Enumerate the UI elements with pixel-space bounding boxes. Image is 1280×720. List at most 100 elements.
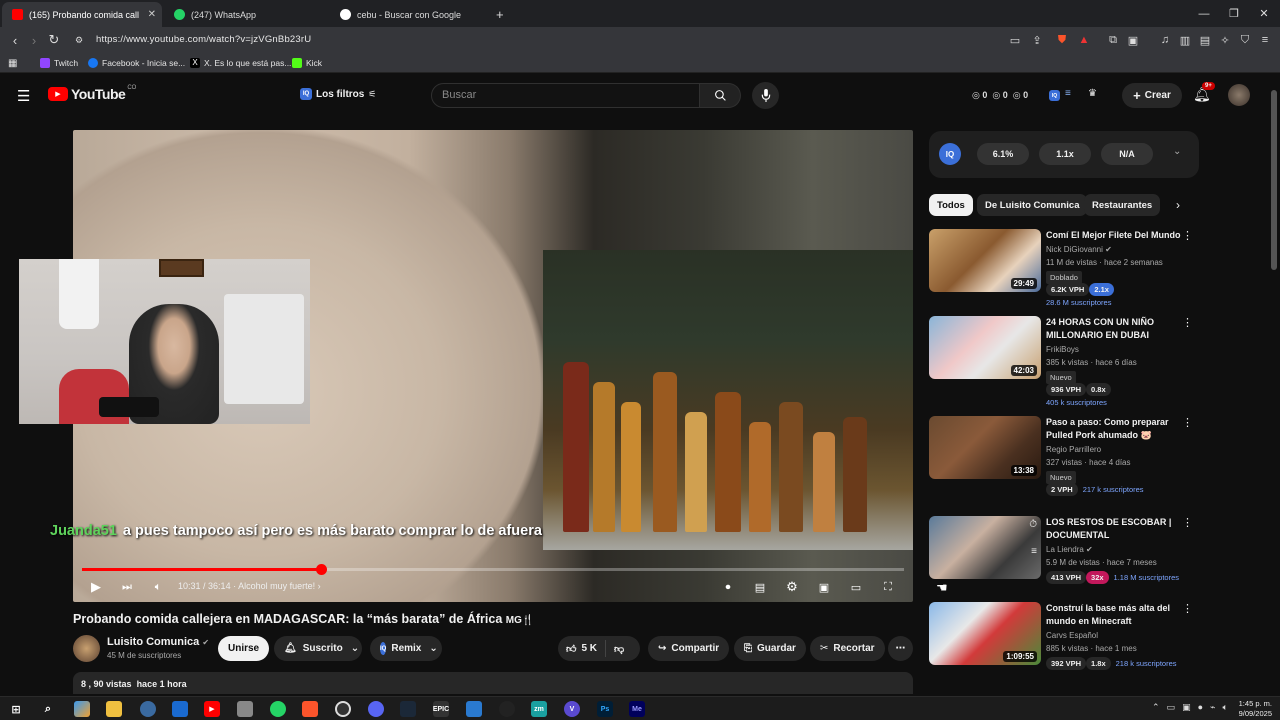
brave-browser-icon[interactable] xyxy=(302,701,318,717)
media-encoder-icon[interactable]: Me xyxy=(629,701,645,717)
share-icon[interactable]: ⇪ xyxy=(1030,33,1044,47)
chip-from-channel[interactable]: De Luisito Comunica xyxy=(977,194,1088,216)
bookmark-twitch[interactable]: Twitch xyxy=(40,56,78,70)
system-clock[interactable]: 1:45 p. m. 9/09/2025 xyxy=(1239,699,1272,719)
copilot-icon[interactable] xyxy=(74,701,90,717)
recommendation-item[interactable]: ⏱ ≡ LOS RESTOS DE ESCOBAR | DOCUMENTAL La… xyxy=(929,516,1197,601)
search-icon[interactable]: ⌕ xyxy=(40,701,56,717)
youtube-logo[interactable]: ▶ YouTube CO xyxy=(48,85,136,102)
system-tray[interactable]: ⌃ ▭ ▣ ● ⌁ 🔈︎ xyxy=(1152,702,1228,713)
leo-icon[interactable]: ✧ xyxy=(1218,33,1232,47)
menu-icon[interactable]: ≡ xyxy=(1258,33,1272,47)
recommendation-title[interactable]: 24 HORAS CON UN NIÑO MILLONARIO EN DUBAI xyxy=(1046,316,1186,342)
video-thumbnail[interactable]: 13:38 xyxy=(929,416,1041,479)
photoshop-icon[interactable]: Ps xyxy=(597,701,613,717)
epic-games-icon[interactable]: EPIC xyxy=(433,701,449,717)
fullscreen-button[interactable]: ⛶ xyxy=(880,578,896,596)
bookmark-x[interactable]: X X. Es lo que está pas... xyxy=(190,56,291,70)
chevron-right-icon[interactable]: › xyxy=(1176,198,1180,212)
more-vert-icon[interactable]: ⋮ xyxy=(1182,416,1193,429)
tab-whatsapp[interactable]: (247) WhatsApp xyxy=(164,2,329,27)
share-button[interactable]: ↪ Compartir xyxy=(648,636,730,661)
tab-google[interactable]: cebu - Buscar con Google xyxy=(330,2,495,27)
theater-mode-button[interactable]: ▭ xyxy=(848,578,864,596)
playlist-icon[interactable]: ≡ xyxy=(1065,88,1071,99)
subtitles-button[interactable]: ▤ xyxy=(752,578,768,596)
discord-icon[interactable] xyxy=(368,701,384,717)
autoplay-toggle[interactable]: ⏺ xyxy=(716,578,740,596)
volume-button[interactable]: 🔈︎ xyxy=(150,578,166,596)
youtube-app-icon[interactable]: ▶ xyxy=(204,701,220,717)
vpn-icon[interactable]: ⛉ xyxy=(1238,33,1252,47)
brave-shield-icon[interactable]: ⛊ xyxy=(1055,33,1069,47)
search-button[interactable] xyxy=(700,83,741,108)
recommendation-channel[interactable]: FrikiBoys xyxy=(1046,345,1079,354)
more-actions-button[interactable]: ⋯ xyxy=(888,636,913,661)
progress-scrubber[interactable] xyxy=(315,564,327,575)
brave-rewards-icon[interactable]: ▲ xyxy=(1077,33,1091,47)
chapter-title[interactable]: Alcohol muy fuerte! xyxy=(238,581,315,591)
minimize-icon[interactable]: — xyxy=(1188,0,1220,27)
chip-restaurants[interactable]: Restaurantes xyxy=(1084,194,1161,216)
iq-icon[interactable]: IQ xyxy=(1049,90,1060,101)
description-box[interactable]: 8 , 90 vistas hace 1 hora xyxy=(73,672,913,694)
recommendation-item[interactable]: 1:09:55 Construí la base más alta del mu… xyxy=(929,602,1197,687)
search-input[interactable]: Buscar xyxy=(431,83,700,108)
like-button[interactable]: 👍︎ 5 K xyxy=(558,640,607,657)
play-button[interactable]: ▶ xyxy=(88,578,104,596)
close-window-icon[interactable]: ✕ xyxy=(1248,0,1280,27)
channel-name[interactable]: Luisito Comunica ✔ xyxy=(107,636,209,648)
app-icon[interactable] xyxy=(237,701,253,717)
miniplayer-button[interactable]: ▣ xyxy=(816,578,832,596)
extensions-icon[interactable]: ⧉ xyxy=(1106,33,1120,47)
forward-icon[interactable]: › xyxy=(25,31,43,49)
extension-icon[interactable]: ▣ xyxy=(1126,33,1140,47)
dislike-button[interactable]: 👎︎ xyxy=(606,643,632,655)
apps-icon[interactable]: ▦ xyxy=(8,56,17,70)
account-avatar[interactable] xyxy=(1228,84,1250,106)
video-thumbnail[interactable]: 42:03 xyxy=(929,316,1041,379)
whatsapp-icon[interactable] xyxy=(270,701,286,717)
clip-button[interactable]: ✂ Recortar xyxy=(810,636,885,661)
app-icon[interactable] xyxy=(140,701,156,717)
more-vert-icon[interactable]: ⋮ xyxy=(1182,229,1193,242)
page-scrollbar[interactable] xyxy=(1271,90,1277,270)
restore-icon[interactable]: ❐ xyxy=(1218,0,1250,27)
site-info-icon[interactable]: ⚙ xyxy=(70,31,88,49)
recommendation-title[interactable]: LOS RESTOS DE ESCOBAR | DOCUMENTAL xyxy=(1046,516,1186,542)
recommendation-channel[interactable]: Regio Parrillero xyxy=(1046,445,1101,454)
notifications-button[interactable]: 🔔︎ 9+ xyxy=(1193,82,1215,103)
create-button[interactable]: + Crear xyxy=(1122,83,1182,108)
steam-icon[interactable] xyxy=(400,701,416,717)
progress-bar[interactable] xyxy=(82,564,904,575)
video-thumbnail[interactable]: ⏱ ≡ xyxy=(929,516,1041,579)
url-field[interactable]: https://www.youtube.com/watch?v=jzVGnBb2… xyxy=(96,34,311,45)
hamburger-menu-icon[interactable]: ☰ xyxy=(17,87,30,105)
back-icon[interactable]: ‹ xyxy=(6,31,24,49)
channel-avatar[interactable] xyxy=(73,635,100,662)
join-button[interactable]: Unirse xyxy=(218,636,270,661)
next-button[interactable]: ⏭ xyxy=(119,578,135,596)
tab-youtube[interactable]: (165) Probando comida callejera ✕ xyxy=(2,2,162,27)
close-tab-icon[interactable]: ✕ xyxy=(148,9,156,20)
more-vert-icon[interactable]: ⋮ xyxy=(1182,602,1193,615)
remix-button[interactable]: IQ Remix ⌄ xyxy=(370,636,442,661)
recommendation-channel[interactable]: La Liendra ✔ xyxy=(1046,545,1093,554)
watch-later-icon[interactable]: ⏱ xyxy=(1029,519,1037,530)
media-icon[interactable]: ♫ xyxy=(1158,33,1172,47)
recommendation-item[interactable]: 13:38 Paso a paso: Como preparar Pulled … xyxy=(929,416,1197,511)
trophy-icon[interactable]: ♛ xyxy=(1088,88,1097,99)
voice-search-button[interactable] xyxy=(752,82,779,109)
save-button[interactable]: ⎘ Guardar xyxy=(734,636,806,661)
recommendation-channel[interactable]: Carvs Español xyxy=(1046,631,1098,640)
bookmark-facebook[interactable]: Facebook - Inicia se... xyxy=(88,56,185,70)
reload-icon[interactable]: ↻ xyxy=(45,31,63,49)
subscribed-button[interactable]: 🔔︎ Suscrito ⌄ xyxy=(274,636,362,661)
windows-start-icon[interactable]: ⊞ xyxy=(8,701,24,717)
more-vert-icon[interactable]: ⋮ xyxy=(1182,316,1193,329)
sidebar-icon[interactable]: ▥ xyxy=(1178,33,1192,47)
recommendation-title[interactable]: Construí la base más alta del mundo en M… xyxy=(1046,602,1186,628)
settings-icon[interactable]: ⚙ xyxy=(784,578,800,596)
recommendation-title[interactable]: Paso a paso: Como preparar Pulled Pork a… xyxy=(1046,416,1186,442)
recommendation-title[interactable]: Comí El Mejor Filete Del Mundo xyxy=(1046,229,1186,242)
